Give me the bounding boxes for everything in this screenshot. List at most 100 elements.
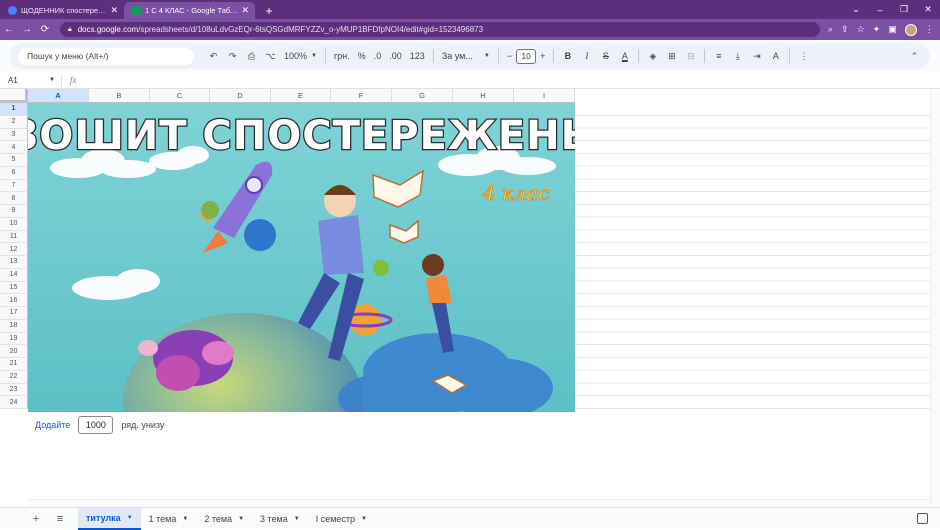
browser-menu-icon[interactable]: ⋮ <box>925 24 934 35</box>
column-header-b[interactable]: B <box>89 89 150 103</box>
blue-planet <box>244 219 276 251</box>
rows-count-input[interactable]: 1000 <box>78 416 114 434</box>
vertical-scrollbar[interactable] <box>930 89 940 504</box>
row-header[interactable]: 8 <box>0 192 28 205</box>
horizontal-align-icon[interactable]: ≡ <box>709 47 728 65</box>
column-header-i[interactable]: I <box>514 89 575 103</box>
bold-button[interactable]: B <box>558 47 577 65</box>
restore-button[interactable]: ❐ <box>892 4 916 15</box>
side-panel-icon[interactable]: ▣ <box>888 24 897 35</box>
currency-format-button[interactable]: грн. <box>330 47 354 65</box>
forward-button[interactable]: → <box>18 24 36 35</box>
text-wrap-icon[interactable]: ⇥ <box>747 47 766 65</box>
menu-search-input[interactable]: Пошук у меню (Alt+/) <box>18 47 194 65</box>
row-header[interactable]: 21 <box>0 358 28 371</box>
column-header-g[interactable]: G <box>392 89 453 103</box>
row-header[interactable]: 2 <box>0 115 28 129</box>
row-header[interactable]: 1 <box>0 103 28 116</box>
add-rows-suffix: ряд. унизу <box>121 420 165 430</box>
browser-tab-strip: ЩОДЕННИК спостережень за п ✕ 1 С 4 КЛАС … <box>0 0 940 19</box>
borders-icon[interactable]: ⊞ <box>662 47 681 65</box>
increase-decimal-button[interactable]: .00 <box>385 47 406 65</box>
reload-button[interactable]: ⟳ <box>36 24 54 35</box>
column-header-d[interactable]: D <box>210 89 271 103</box>
increase-font-size-button[interactable]: + <box>536 47 549 65</box>
merge-cells-icon[interactable]: ⊟ <box>681 47 700 65</box>
row-header[interactable]: 13 <box>0 256 28 269</box>
undo-icon[interactable]: ↶ <box>204 47 223 65</box>
row-header[interactable]: 3 <box>0 128 28 142</box>
column-header-e[interactable]: E <box>271 89 331 103</box>
row-header[interactable]: 9 <box>0 205 28 218</box>
profile-avatar[interactable] <box>904 23 917 36</box>
row-header[interactable]: 6 <box>0 166 28 180</box>
sheet-tab-topic-2[interactable]: 2 тема ▼ <box>196 508 252 530</box>
percent-format-button[interactable]: % <box>354 47 370 65</box>
strikethrough-button[interactable]: S <box>596 47 615 65</box>
bookmark-star-icon[interactable]: ☆ <box>857 24 865 35</box>
row-header[interactable]: 19 <box>0 332 28 346</box>
row-header[interactable]: 23 <box>0 383 28 397</box>
row-header[interactable]: 5 <box>0 154 28 167</box>
browser-tab-sheets[interactable]: 1 С 4 КЛАС - Google Таблиці ✕ <box>124 2 255 19</box>
more-formats-button[interactable]: 123 <box>406 47 429 65</box>
explore-icon[interactable] <box>917 513 928 524</box>
row-header[interactable]: 17 <box>0 307 28 320</box>
minimize-button[interactable]: – <box>868 5 892 15</box>
name-box[interactable]: A1 ▼ <box>0 73 62 87</box>
share-icon[interactable]: ⇪ <box>841 24 849 35</box>
column-header-f[interactable]: F <box>331 89 392 103</box>
zoom-icon[interactable]: ⌕ <box>828 24 833 35</box>
sheet-tab-title[interactable]: титулка ▼ <box>78 507 141 530</box>
row-header[interactable]: 12 <box>0 243 28 256</box>
select-all-corner[interactable] <box>0 89 28 103</box>
paint-format-icon[interactable]: ⌥ <box>261 47 280 65</box>
fill-color-icon[interactable]: ◈ <box>643 47 662 65</box>
row-header[interactable]: 4 <box>0 141 28 154</box>
redo-icon[interactable]: ↷ <box>223 47 242 65</box>
text-rotation-icon[interactable]: A <box>766 47 785 65</box>
add-sheet-button[interactable]: + <box>24 513 48 525</box>
add-rows-button[interactable]: Додайте <box>35 420 70 430</box>
collapse-toolbar-icon[interactable]: ⌃ <box>905 47 924 65</box>
sheet-tab-topic-3[interactable]: 3 тема ▼ <box>252 508 308 530</box>
decrease-decimal-button[interactable]: .0 <box>370 47 386 65</box>
row-header[interactable]: 22 <box>0 370 28 384</box>
url-field[interactable]: 🔒︎ docs.google.com /spreadsheets/d/108uL… <box>60 22 820 37</box>
column-header-h[interactable]: H <box>453 89 514 103</box>
font-size-input[interactable]: 10 <box>516 48 537 64</box>
back-button[interactable]: ← <box>0 24 18 35</box>
row-header[interactable]: 10 <box>0 217 28 231</box>
close-tab-icon[interactable]: ✕ <box>241 5 249 16</box>
row-header[interactable]: 14 <box>0 268 28 282</box>
sheet-tab-topic-1[interactable]: 1 тема ▼ <box>141 508 197 530</box>
extensions-icon[interactable]: ✦ <box>873 24 881 35</box>
row-header[interactable]: 16 <box>0 294 28 307</box>
vertical-align-icon[interactable]: ⤓ <box>728 47 747 65</box>
row-header[interactable]: 11 <box>0 230 28 244</box>
tab-search-icon[interactable]: ⌄ <box>844 4 868 15</box>
all-sheets-button[interactable]: ≡ <box>48 513 72 525</box>
print-icon[interactable]: ⎙ <box>242 47 261 65</box>
sheet-tab-semester-1[interactable]: I семестр ▼ <box>308 508 375 530</box>
text-color-button[interactable]: A <box>615 47 634 65</box>
browser-tab-diary[interactable]: ЩОДЕННИК спостережень за п ✕ <box>0 2 124 19</box>
close-window-button[interactable]: ✕ <box>916 4 940 15</box>
sheet-tab-label: I семестр <box>315 513 356 524</box>
decrease-font-size-button[interactable]: − <box>503 47 516 65</box>
column-header-c[interactable]: C <box>150 89 210 103</box>
horizontal-scrollbar[interactable] <box>28 499 930 507</box>
row-header[interactable]: 20 <box>0 345 28 358</box>
column-header-a[interactable]: A <box>28 89 89 103</box>
zoom-select[interactable]: 100% ▼ <box>280 47 321 65</box>
font-family-select[interactable]: За ум... ▼ <box>438 47 494 65</box>
more-options-icon[interactable]: ⋮ <box>794 47 813 65</box>
close-tab-icon[interactable]: ✕ <box>110 5 118 16</box>
cover-image[interactable]: ЗОШИТ СПОСТЕРЕЖЕНЬ 4 клас <box>28 103 575 412</box>
new-tab-button[interactable]: + <box>259 2 279 19</box>
italic-button[interactable]: I <box>577 47 596 65</box>
row-header[interactable]: 7 <box>0 179 28 193</box>
row-header[interactable]: 24 <box>0 396 28 409</box>
row-header[interactable]: 18 <box>0 319 28 333</box>
row-header[interactable]: 15 <box>0 281 28 295</box>
